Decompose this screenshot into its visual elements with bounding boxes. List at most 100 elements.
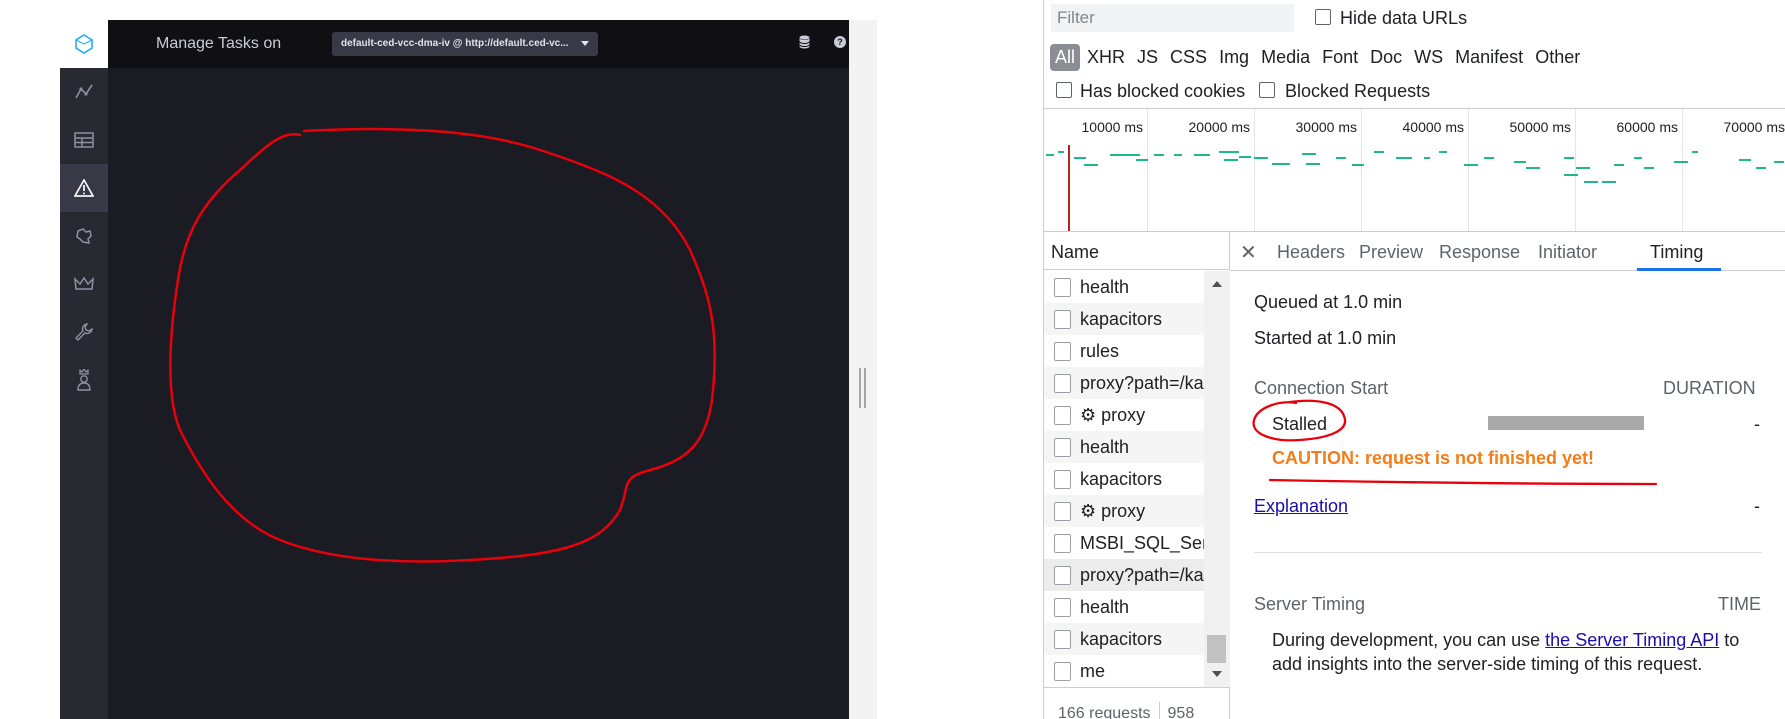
timeline-tick-label: 50000 ms bbox=[1509, 119, 1571, 135]
server-timing-api-link[interactable]: the Server Timing API bbox=[1545, 630, 1719, 650]
tab-initiator[interactable]: Initiator bbox=[1538, 242, 1597, 263]
file-icon bbox=[1054, 662, 1071, 681]
request-row[interactable]: ⚙ proxy bbox=[1044, 495, 1204, 527]
request-row[interactable]: kapacitors bbox=[1044, 303, 1204, 335]
waterfall-segment bbox=[1576, 167, 1590, 169]
timeline-gridline bbox=[1147, 109, 1148, 231]
request-name: health bbox=[1080, 276, 1130, 297]
type-filter-ws[interactable]: WS bbox=[1409, 44, 1448, 71]
server-desc-text: During development, you can use bbox=[1272, 630, 1546, 650]
scrollbar-thumb[interactable] bbox=[1207, 635, 1226, 663]
stalled-duration: - bbox=[1754, 414, 1760, 434]
filter-input[interactable] bbox=[1051, 4, 1294, 32]
waterfall-segment bbox=[1254, 157, 1268, 159]
waterfall-segment bbox=[1174, 154, 1182, 156]
request-row[interactable]: health bbox=[1044, 271, 1204, 303]
request-row[interactable]: me bbox=[1044, 655, 1204, 687]
type-filter-other[interactable]: Other bbox=[1530, 44, 1585, 71]
request-row[interactable]: kapacitors bbox=[1044, 463, 1204, 495]
type-filter-doc[interactable]: Doc bbox=[1365, 44, 1407, 71]
file-icon bbox=[1054, 502, 1071, 521]
type-filter-js[interactable]: JS bbox=[1132, 44, 1163, 71]
hide-data-urls-checkbox[interactable] bbox=[1315, 9, 1331, 25]
explanation-link[interactable]: Explanation bbox=[1254, 496, 1348, 517]
screen: Manage Tasks on default-ced-vcc-dma-iv @… bbox=[0, 0, 1785, 719]
file-icon bbox=[1054, 438, 1071, 457]
waterfall-segment bbox=[1239, 156, 1251, 158]
request-row[interactable]: health bbox=[1044, 431, 1204, 463]
timeline-tick-label: 60000 ms bbox=[1616, 119, 1678, 135]
file-icon bbox=[1054, 598, 1071, 617]
tab-preview[interactable]: Preview bbox=[1359, 242, 1423, 263]
transferred-size: 958 bbox=[1167, 705, 1195, 719]
waterfall-segment bbox=[1224, 159, 1238, 161]
file-icon bbox=[1054, 374, 1071, 393]
request-name: kapacitors bbox=[1080, 308, 1163, 329]
waterfall-segment bbox=[1302, 153, 1316, 155]
has-blocked-cookies-checkbox[interactable] bbox=[1056, 82, 1072, 98]
timeline-tick-label: 70000 ms bbox=[1723, 119, 1785, 135]
request-name: health bbox=[1080, 596, 1130, 617]
started-at: Started at 1.0 min bbox=[1254, 328, 1397, 348]
file-icon bbox=[1054, 342, 1071, 361]
waterfall-segment bbox=[1154, 154, 1164, 156]
status-bar: 166 requests 958 bbox=[1044, 687, 1230, 719]
type-filter-img[interactable]: Img bbox=[1214, 44, 1254, 71]
blocked-requests-label: Blocked Requests bbox=[1285, 81, 1431, 101]
request-row[interactable]: ⚙ proxy bbox=[1044, 399, 1204, 431]
request-row[interactable]: proxy?path=/ka bbox=[1044, 367, 1204, 399]
connection-start-heading: Connection Start bbox=[1254, 378, 1389, 398]
waterfall-segment bbox=[1484, 157, 1494, 159]
waterfall-segment bbox=[1464, 164, 1478, 166]
waterfall-segment bbox=[1352, 164, 1364, 166]
waterfall-segment bbox=[1084, 164, 1098, 166]
request-list-scrollbar[interactable] bbox=[1204, 271, 1230, 687]
request-row[interactable]: rules bbox=[1044, 335, 1204, 367]
request-detail-panel: ✕ Headers Preview Response Initiator Tim… bbox=[1230, 232, 1785, 719]
waterfall-segment bbox=[1584, 181, 1598, 183]
divider bbox=[1254, 552, 1762, 553]
waterfall-segment bbox=[1514, 161, 1526, 163]
tab-headers[interactable]: Headers bbox=[1277, 242, 1345, 263]
type-filter-media[interactable]: Media bbox=[1256, 44, 1315, 71]
request-row[interactable]: proxy?path=/ka bbox=[1044, 559, 1204, 591]
blocked-requests-checkbox[interactable] bbox=[1259, 82, 1275, 98]
server-timing-heading: Server Timing bbox=[1254, 594, 1366, 614]
type-filter-css[interactable]: CSS bbox=[1165, 44, 1212, 71]
timeline-gridline bbox=[1682, 109, 1683, 231]
file-icon bbox=[1054, 278, 1071, 297]
scroll-up-icon[interactable] bbox=[1212, 281, 1222, 287]
type-filter-manifest[interactable]: Manifest bbox=[1450, 44, 1528, 71]
request-name: proxy?path=/ka bbox=[1080, 372, 1204, 393]
scroll-down-icon[interactable] bbox=[1212, 671, 1222, 677]
tab-timing[interactable]: Timing bbox=[1650, 242, 1703, 263]
type-filter-all[interactable]: All bbox=[1050, 43, 1081, 71]
waterfall-segment bbox=[1272, 163, 1290, 165]
request-row[interactable]: MSBI_SQL_Servi bbox=[1044, 527, 1204, 559]
name-column-header[interactable]: Name bbox=[1044, 232, 1230, 270]
request-name: proxy?path=/ka bbox=[1080, 564, 1204, 585]
annotation-circle bbox=[169, 127, 717, 563]
waterfall-segment bbox=[1692, 151, 1698, 153]
queued-at: Queued at 1.0 min bbox=[1254, 292, 1403, 312]
request-count: 166 requests bbox=[1058, 705, 1151, 719]
active-tab-indicator bbox=[1637, 268, 1721, 271]
tab-response[interactable]: Response bbox=[1439, 242, 1520, 263]
request-row[interactable]: kapacitors bbox=[1044, 623, 1204, 655]
timeline-overview[interactable]: 10000 ms 20000 ms 30000 ms 40000 ms 50000 ms… bbox=[1044, 109, 1785, 231]
waterfall-segment bbox=[1602, 181, 1616, 183]
timeline-gridline bbox=[1361, 109, 1362, 231]
time-header: TIME bbox=[1718, 594, 1761, 614]
request-row[interactable]: health bbox=[1044, 591, 1204, 623]
caution-message: CAUTION: request is not finished yet! bbox=[1272, 448, 1595, 468]
type-filter-font[interactable]: Font bbox=[1317, 44, 1363, 71]
file-icon bbox=[1054, 534, 1071, 553]
waterfall-segment bbox=[1424, 157, 1430, 159]
stalled-bar bbox=[1488, 416, 1644, 430]
waterfall-segment bbox=[1439, 151, 1447, 153]
waterfall-segment bbox=[1074, 157, 1086, 159]
type-filter-xhr[interactable]: XHR bbox=[1082, 44, 1130, 71]
duration-header: DURATION bbox=[1663, 378, 1756, 398]
close-icon[interactable]: ✕ bbox=[1240, 240, 1257, 265]
request-name: health bbox=[1080, 436, 1130, 457]
